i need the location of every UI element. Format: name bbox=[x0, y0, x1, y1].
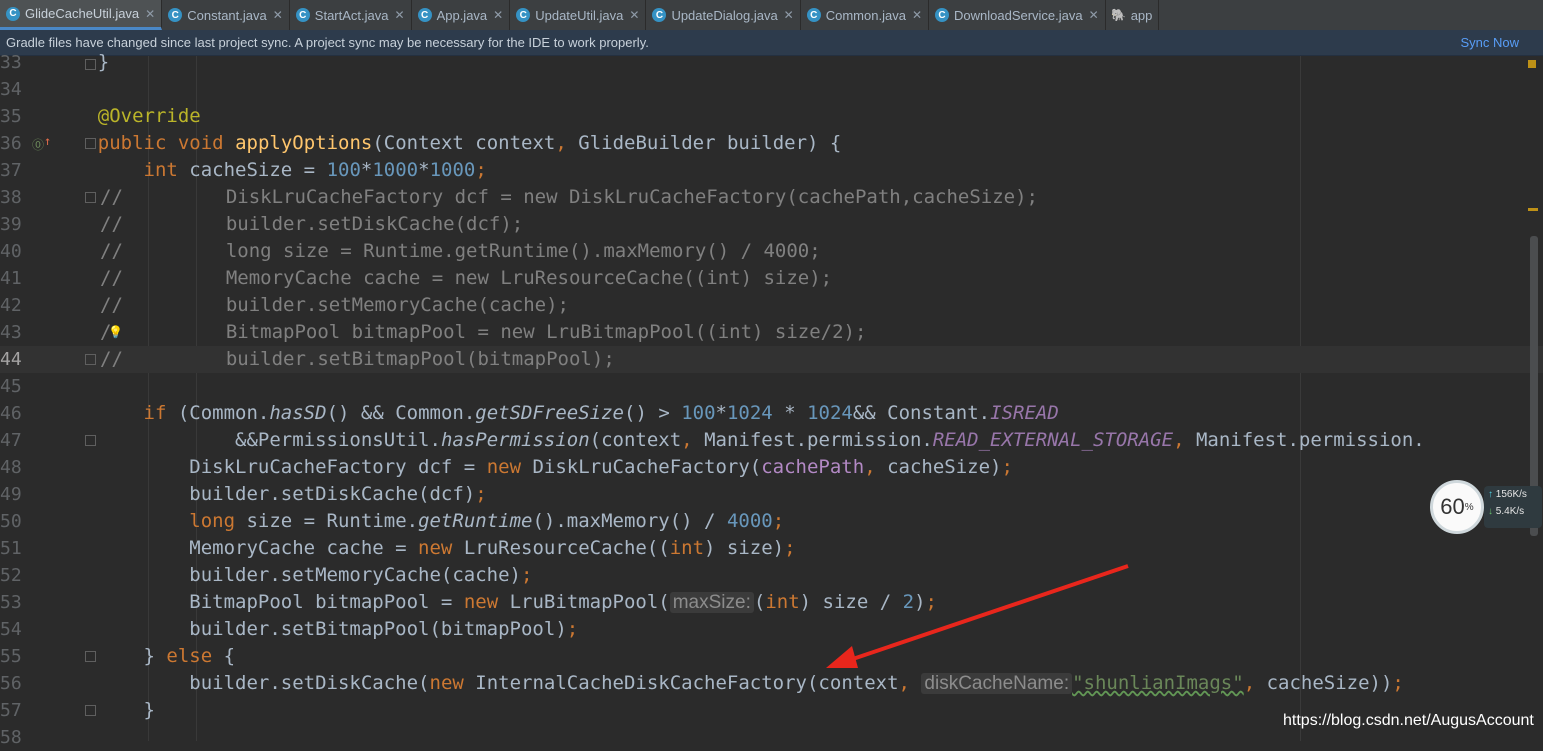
red-arrow-annotation bbox=[826, 564, 1129, 668]
gauge-unit: % bbox=[1464, 501, 1474, 513]
tab-constant[interactable]: C Constant.java ✕ bbox=[162, 0, 290, 30]
java-class-icon: C bbox=[6, 6, 20, 21]
java-class-icon: C bbox=[417, 8, 432, 22]
close-icon[interactable]: ✕ bbox=[629, 8, 639, 22]
tab-downloadservice[interactable]: C DownloadService.java ✕ bbox=[929, 0, 1106, 30]
code-editor[interactable]: 33 } 34 35 @Override 36 public void applyOp… bbox=[0, 51, 1543, 748]
close-icon[interactable]: ✕ bbox=[273, 8, 283, 22]
upload-icon: ↑ bbox=[1488, 489, 1493, 500]
gauge-value: 60 bbox=[1440, 494, 1465, 519]
java-class-icon: C bbox=[935, 8, 949, 22]
java-class-icon: C bbox=[516, 8, 531, 22]
download-speed: 5.4 bbox=[1495, 506, 1510, 517]
tab-label: Common.java bbox=[825, 7, 906, 23]
download-unit: K/s bbox=[1509, 506, 1525, 517]
memory-gauge: 60% bbox=[1430, 480, 1484, 534]
close-icon[interactable]: ✕ bbox=[395, 8, 405, 22]
tab-app-gradle[interactable]: 🐘 app bbox=[1106, 0, 1160, 30]
gradle-elephant-icon: 🐘 bbox=[1111, 8, 1127, 22]
tab-label: app bbox=[1130, 7, 1153, 23]
tab-label: GlideCacheUtil.java bbox=[25, 6, 140, 21]
close-icon[interactable]: ✕ bbox=[912, 8, 922, 22]
close-icon[interactable]: ✕ bbox=[145, 7, 155, 21]
upload-speed: 156 bbox=[1495, 489, 1513, 500]
tab-label: StartAct.java bbox=[314, 7, 389, 23]
tab-startact[interactable]: C StartAct.java ✕ bbox=[290, 0, 412, 30]
close-icon[interactable]: ✕ bbox=[1089, 8, 1099, 22]
close-icon[interactable]: ✕ bbox=[784, 8, 794, 22]
download-icon: ↓ bbox=[1488, 506, 1493, 517]
tab-updatedialog[interactable]: C UpdateDialog.java ✕ bbox=[646, 0, 801, 30]
tab-glidecacheutil[interactable]: C GlideCacheUtil.java ✕ bbox=[0, 0, 163, 30]
sync-now-link[interactable]: Sync Now bbox=[1460, 35, 1519, 50]
upload-unit: K/s bbox=[1512, 489, 1527, 500]
tab-label: DownloadService.java bbox=[954, 7, 1083, 23]
tab-label: UpdateDialog.java bbox=[671, 7, 778, 23]
speed-panel: ↑ 156K/s ↓ 5.4K/s bbox=[1484, 486, 1542, 528]
tab-updateutil[interactable]: C UpdateUtil.java ✕ bbox=[510, 0, 647, 30]
tab-label: UpdateUtil.java bbox=[535, 7, 624, 23]
network-monitor-widget[interactable]: 60% ↑ 156K/s ↓ 5.4K/s bbox=[1430, 480, 1542, 534]
tab-app-java[interactable]: C App.java ✕ bbox=[412, 0, 511, 30]
java-class-icon: C bbox=[295, 8, 310, 22]
editor-tab-bar: C GlideCacheUtil.java ✕ C Constant.java ✕ CS… bbox=[0, 0, 1543, 31]
watermark: https://blog.csdn.net/AugusAccount bbox=[1283, 712, 1534, 729]
close-icon[interactable]: ✕ bbox=[493, 8, 503, 22]
banner-message: Gradle files have changed since last pro… bbox=[6, 35, 649, 50]
tab-label: Constant.java bbox=[187, 7, 267, 23]
java-class-icon: C bbox=[806, 8, 821, 22]
java-class-icon: C bbox=[652, 8, 667, 22]
tab-label: App.java bbox=[436, 7, 488, 23]
java-class-icon: C bbox=[168, 8, 183, 22]
tab-common[interactable]: C Common.java ✕ bbox=[801, 0, 929, 30]
